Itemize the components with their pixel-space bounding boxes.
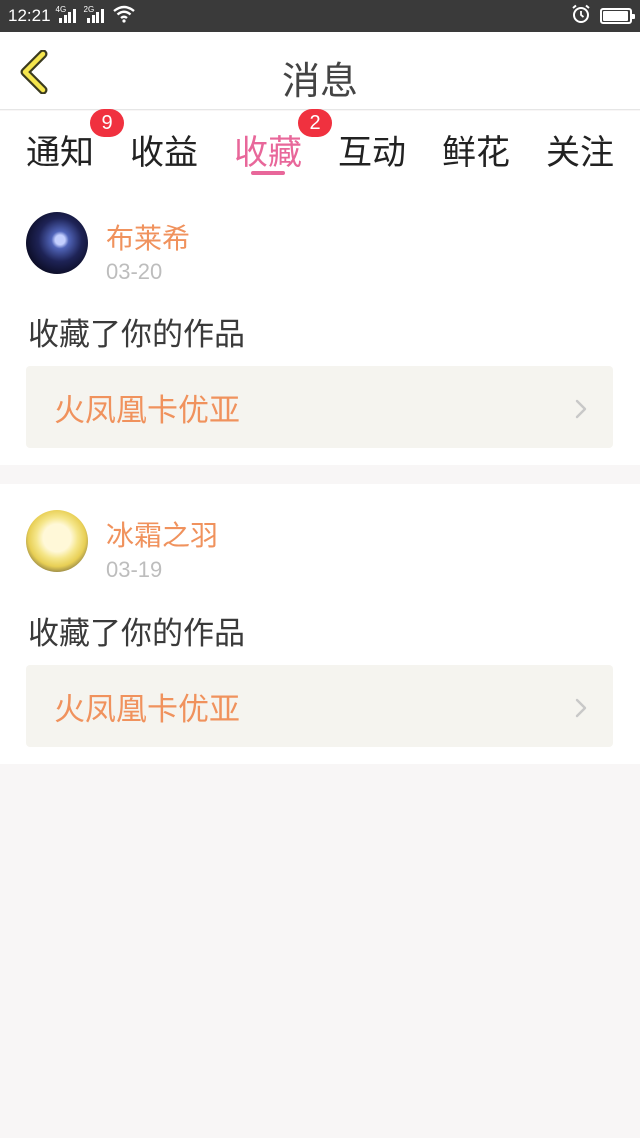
username[interactable]: 布莱希	[106, 217, 190, 257]
alarm-icon	[571, 4, 591, 28]
message-date: 03-20	[106, 259, 163, 284]
message-text: 收藏了你的作品	[28, 317, 245, 353]
wifi-icon	[112, 5, 136, 27]
battery-icon	[600, 8, 635, 24]
tab-follows[interactable]: 关注	[544, 125, 616, 174]
page-title: 消息	[281, 59, 358, 103]
message-card: 冰霜之羽 03-19 收藏了你的作品 火凤凰卡优亚	[0, 484, 640, 764]
tab-label: 收藏	[234, 133, 302, 173]
tab-flowers[interactable]: 鲜花	[440, 125, 512, 174]
avatar[interactable]	[26, 212, 88, 274]
status-time: 12:21	[8, 6, 51, 25]
work-link[interactable]: 火凤凰卡优亚	[26, 665, 613, 747]
network-type-2: 2G	[83, 5, 95, 14]
tab-label: 收益	[130, 133, 198, 173]
work-title: 火凤凰卡优亚	[54, 691, 240, 728]
tab-bar: 通知 9 收益 收藏 2 互动 鲜花 关注	[0, 109, 640, 185]
tab-label: 关注	[546, 133, 614, 173]
work-link[interactable]: 火凤凰卡优亚	[26, 366, 613, 448]
notification-badge: 2	[298, 109, 332, 137]
app-header: 消息	[0, 32, 640, 110]
tab-interactions[interactable]: 互动	[336, 125, 408, 174]
notification-badge: 9	[90, 109, 124, 137]
tab-label: 鲜花	[442, 133, 510, 173]
message-card: 布莱希 03-20 收藏了你的作品 火凤凰卡优亚	[0, 185, 640, 465]
work-title: 火凤凰卡优亚	[54, 392, 240, 429]
signal-icon-1: 4G	[56, 5, 76, 23]
username[interactable]: 冰霜之羽	[106, 514, 218, 554]
tab-label: 互动	[338, 133, 406, 173]
status-bar: 12:21 4G 2G	[0, 0, 640, 32]
chevron-right-icon	[575, 399, 587, 419]
network-type-1: 4G	[55, 5, 67, 14]
tab-label: 通知	[26, 133, 94, 173]
message-date: 03-19	[106, 557, 163, 582]
signal-icon-2: 2G	[84, 5, 104, 23]
tab-notifications[interactable]: 通知 9	[24, 109, 124, 174]
chevron-right-icon	[575, 698, 587, 718]
message-text: 收藏了你的作品	[28, 616, 245, 652]
active-tab-indicator	[251, 171, 285, 175]
tab-earnings[interactable]: 收益	[128, 125, 200, 174]
avatar[interactable]	[26, 510, 88, 572]
tab-favorites[interactable]: 收藏 2	[232, 109, 332, 174]
